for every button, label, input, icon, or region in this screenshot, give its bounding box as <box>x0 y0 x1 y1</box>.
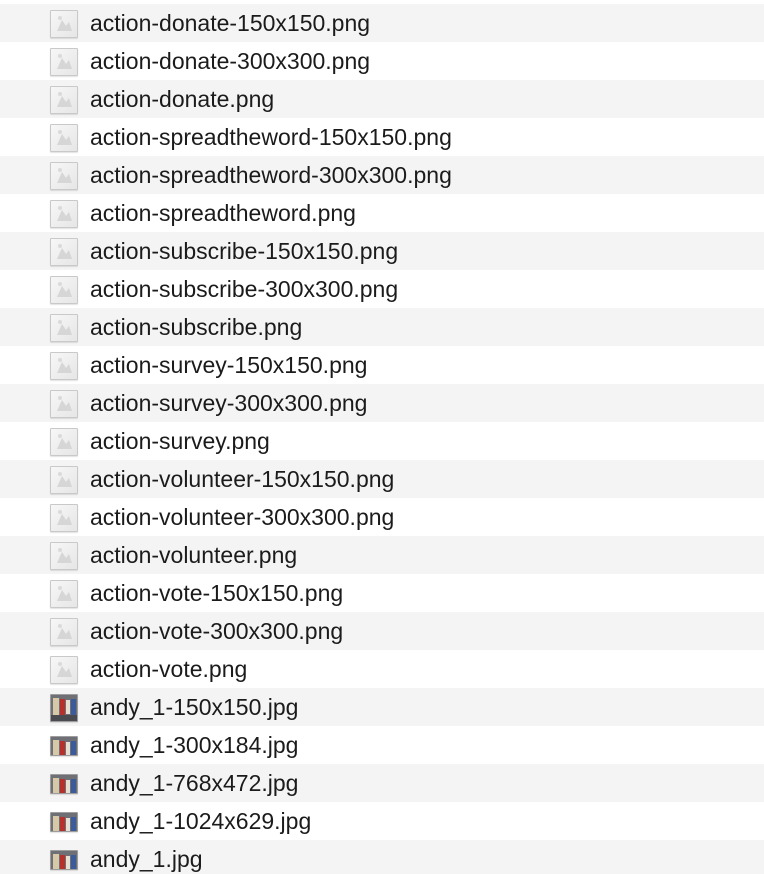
file-name: action-donate.png <box>90 86 275 112</box>
image-thumbnail-icon <box>50 428 78 456</box>
file-row[interactable]: action-donate-300x300.png <box>0 42 764 80</box>
photo-thumbnail-icon <box>50 736 78 756</box>
file-row[interactable]: action-volunteer.png <box>0 536 764 574</box>
file-name: andy_1-768x472.jpg <box>90 770 299 796</box>
file-row[interactable]: action-vote.png <box>0 650 764 688</box>
photo-thumbnail-icon <box>50 774 78 794</box>
image-thumbnail-icon <box>50 542 78 570</box>
photo-thumbnail-icon <box>50 850 78 870</box>
file-row[interactable]: andy_1-300x184.jpg <box>0 726 764 764</box>
file-row[interactable]: action-survey-150x150.png <box>0 346 764 384</box>
image-thumbnail-icon <box>50 276 78 304</box>
file-name: action-spreadtheword-150x150.png <box>90 124 452 150</box>
file-name: action-spreadtheword.png <box>90 200 356 226</box>
file-row[interactable]: action-spreadtheword-300x300.png <box>0 156 764 194</box>
file-row[interactable]: action-subscribe-300x300.png <box>0 270 764 308</box>
file-row[interactable]: action-survey-300x300.png <box>0 384 764 422</box>
file-row[interactable]: action-survey.png <box>0 422 764 460</box>
image-thumbnail-icon <box>50 238 78 266</box>
file-name: andy_1-300x184.jpg <box>90 732 299 758</box>
file-row[interactable]: action-vote-150x150.png <box>0 574 764 612</box>
file-name: action-vote-150x150.png <box>90 580 344 606</box>
file-row[interactable]: andy_1-768x472.jpg <box>0 764 764 802</box>
file-name: action-volunteer-150x150.png <box>90 466 395 492</box>
file-name: action-volunteer-300x300.png <box>90 504 395 530</box>
file-name: action-volunteer.png <box>90 542 298 568</box>
image-thumbnail-icon <box>50 86 78 114</box>
image-thumbnail-icon <box>50 162 78 190</box>
file-row[interactable]: action-volunteer-150x150.png <box>0 460 764 498</box>
photo-thumbnail-icon <box>50 694 78 722</box>
image-thumbnail-icon <box>50 390 78 418</box>
file-name: action-subscribe-300x300.png <box>90 276 399 302</box>
file-row[interactable]: action-spreadtheword-150x150.png <box>0 118 764 156</box>
file-name: andy_1-150x150.jpg <box>90 694 299 720</box>
image-thumbnail-icon <box>50 352 78 380</box>
file-row[interactable]: action-donate-150x150.png <box>0 4 764 42</box>
file-name: action-survey-150x150.png <box>90 352 368 378</box>
file-name: andy_1.jpg <box>90 846 203 872</box>
file-name: action-donate-300x300.png <box>90 48 371 74</box>
image-thumbnail-icon <box>50 314 78 342</box>
file-name: action-subscribe.png <box>90 314 303 340</box>
photo-thumbnail-icon <box>50 812 78 832</box>
file-name: action-survey-300x300.png <box>90 390 368 416</box>
file-row[interactable]: andy_1-1024x629.jpg <box>0 802 764 840</box>
file-name: andy_1-1024x629.jpg <box>90 808 312 834</box>
file-row[interactable]: action-spreadtheword.png <box>0 194 764 232</box>
file-row[interactable]: andy_1-150x150.jpg <box>0 688 764 726</box>
file-name: action-survey.png <box>90 428 270 454</box>
image-thumbnail-icon <box>50 656 78 684</box>
file-name: action-vote.png <box>90 656 248 682</box>
image-thumbnail-icon <box>50 466 78 494</box>
file-row[interactable]: action-subscribe-150x150.png <box>0 232 764 270</box>
file-name: action-vote-300x300.png <box>90 618 344 644</box>
file-row[interactable]: action-vote-300x300.png <box>0 612 764 650</box>
file-row[interactable]: andy_1.jpg <box>0 840 764 874</box>
file-row[interactable]: action-subscribe.png <box>0 308 764 346</box>
image-thumbnail-icon <box>50 504 78 532</box>
file-row[interactable]: action-donate.png <box>0 80 764 118</box>
image-thumbnail-icon <box>50 200 78 228</box>
file-row[interactable]: action-volunteer-300x300.png <box>0 498 764 536</box>
file-name: action-subscribe-150x150.png <box>90 238 399 264</box>
image-thumbnail-icon <box>50 618 78 646</box>
image-thumbnail-icon <box>50 10 78 38</box>
image-thumbnail-icon <box>50 48 78 76</box>
file-list: action-donate-150x150.png action-donate-… <box>0 0 764 874</box>
file-name: action-donate-150x150.png <box>90 10 371 36</box>
image-thumbnail-icon <box>50 124 78 152</box>
image-thumbnail-icon <box>50 580 78 608</box>
file-name: action-spreadtheword-300x300.png <box>90 162 452 188</box>
